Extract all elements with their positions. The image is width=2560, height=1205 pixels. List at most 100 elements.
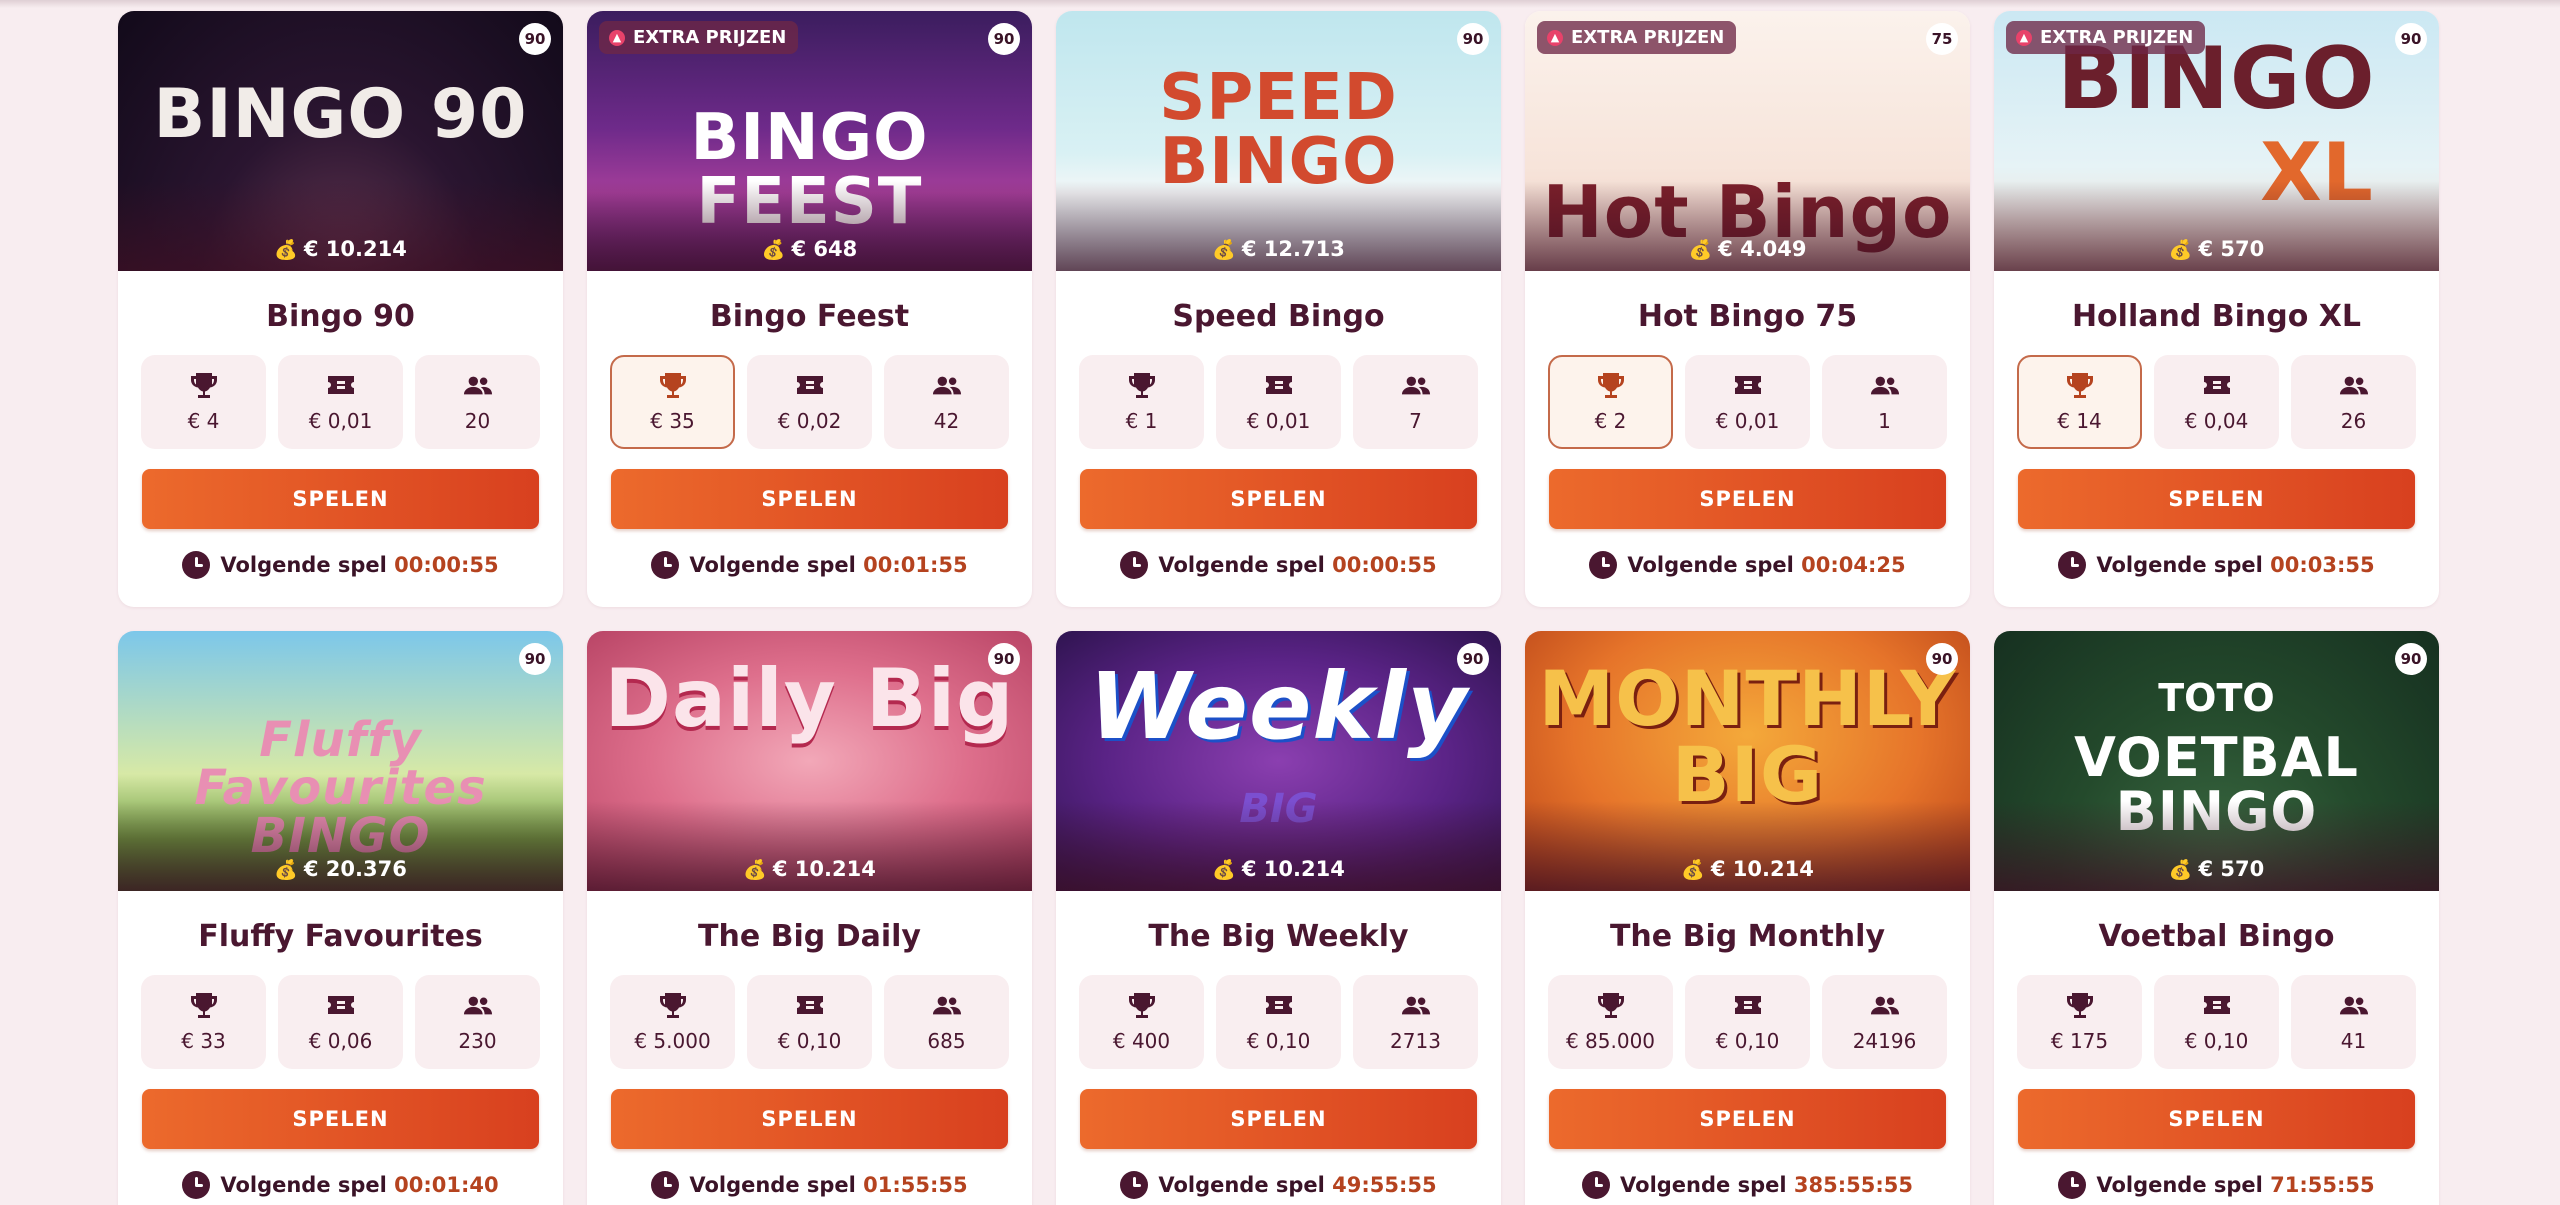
- players-stat: 26: [2291, 355, 2416, 449]
- next-game-time: 71:55:55: [2270, 1173, 2375, 1197]
- game-card[interactable]: SPEED BINGO 90 💰 € 12.713 Speed Bingo € 1…: [1056, 11, 1501, 607]
- ball-type-badge: 90: [1457, 23, 1489, 55]
- game-card[interactable]: Daily Big 90 💰 € 10.214 The Big Daily € 5…: [587, 631, 1032, 1205]
- game-title: Bingo Feest: [709, 299, 910, 334]
- play-button[interactable]: SPELEN: [2018, 469, 2415, 529]
- banner-title: BINGO 90: [153, 75, 528, 154]
- ticket-icon: [1264, 371, 1294, 399]
- next-game-countdown: Volgende spel 00:01:40: [118, 1171, 563, 1199]
- prize-stat: € 400: [1079, 975, 1204, 1069]
- players-stat: 24196: [1822, 975, 1947, 1069]
- next-game-label: Volgende spel: [220, 553, 387, 577]
- jackpot-value: € 570: [2198, 857, 2265, 881]
- money-bag-icon: 💰: [761, 239, 786, 261]
- game-stats: € 4 € 0,01 20: [118, 355, 563, 449]
- ball-type-badge: 90: [519, 23, 551, 55]
- game-card[interactable]: Hot Bingo ▲ EXTRA PRIJZEN 75 💰€ 4.049 Ho…: [1525, 11, 1970, 607]
- money-bag-icon: 💰: [2168, 239, 2193, 261]
- ticket-stat: € 0,04: [2154, 355, 2279, 449]
- money-bag-icon: 💰: [1212, 239, 1236, 261]
- play-button[interactable]: SPELEN: [611, 469, 1008, 529]
- game-banner[interactable]: Weekly BIG 90 💰€ 10.214: [1056, 631, 1501, 891]
- next-game-countdown: Volgende spel 01:55:55: [587, 1171, 1032, 1199]
- ticket-stat: € 0,01: [1216, 355, 1341, 449]
- game-card[interactable]: VOETBAL BINGO TOTO 90 💰€ 570 Voetbal Bin…: [1994, 631, 2439, 1205]
- players-icon: [1401, 371, 1431, 399]
- game-title: Voetbal Bingo: [2098, 919, 2335, 954]
- ticket-price: € 0,06: [308, 1029, 373, 1053]
- game-card[interactable]: BINGO FEEST ▲ EXTRA PRIJZEN 90 💰€ 648 Bi…: [587, 11, 1032, 607]
- ticket-icon: [795, 991, 825, 1019]
- banner-title: Daily Big: [604, 652, 1015, 745]
- players-stat: 20: [415, 355, 540, 449]
- prize-stat: € 14: [2017, 355, 2142, 449]
- game-banner[interactable]: Daily Big 90 💰 € 10.214: [587, 631, 1032, 891]
- players-count: 42: [933, 409, 960, 433]
- players-count: 26: [2340, 409, 2367, 433]
- players-count: 1: [1878, 409, 1891, 433]
- play-button[interactable]: SPELEN: [1080, 1089, 1477, 1149]
- players-icon: [463, 991, 493, 1019]
- game-card[interactable]: Fluffy Favourites BINGO 90 💰€ 20.376 Flu…: [118, 631, 563, 1205]
- prize-stat: € 175: [2017, 975, 2142, 1069]
- clock-icon: [1582, 1171, 1611, 1199]
- next-game-label: Volgende spel: [1158, 553, 1325, 577]
- next-game-countdown: Volgende spel 00:00:55: [1056, 551, 1501, 579]
- jackpot-value: € 570: [2198, 237, 2265, 261]
- game-stats: € 14 € 0,04 26: [1994, 355, 2439, 449]
- next-game-countdown: Volgende spel 00:00:55: [118, 551, 563, 579]
- game-card[interactable]: MONTHLY BIG 90 💰 € 10.214 The Big Monthly…: [1525, 631, 1970, 1205]
- players-icon: [2339, 371, 2369, 399]
- extra-prizes-label: EXTRA PRIJZEN: [2040, 27, 2194, 48]
- players-count: 20: [464, 409, 491, 433]
- next-game-time: 49:55:55: [1332, 1173, 1437, 1197]
- clock-icon: [651, 1171, 680, 1199]
- trophy-icon: [189, 991, 219, 1019]
- jackpot-amount: 💰 € 4.049: [1525, 237, 1970, 261]
- next-game-countdown: Volgende spel 00:04:25: [1525, 551, 1970, 579]
- ticket-price: € 0,10: [777, 1029, 842, 1053]
- jackpot-amount: 💰 € 10.214: [587, 857, 1032, 881]
- play-button[interactable]: SPELEN: [2018, 1089, 2415, 1149]
- game-banner[interactable]: VOETBAL BINGO TOTO 90 💰€ 570: [1994, 631, 2439, 891]
- jackpot-value: € 20.376: [303, 857, 407, 881]
- flame-icon: ▲: [2016, 29, 2032, 46]
- trophy-icon: [1127, 991, 1157, 1019]
- prize-stat: € 33: [141, 975, 266, 1069]
- play-button[interactable]: SPELEN: [142, 1089, 539, 1149]
- play-button[interactable]: SPELEN: [1549, 1089, 1946, 1149]
- next-game-countdown: Volgende spel 00:01:55: [587, 551, 1032, 579]
- banner-title: SPEED BINGO: [1159, 61, 1398, 199]
- game-banner[interactable]: BINGO 90 90 💰 € 10.214: [118, 11, 563, 271]
- prize-value: € 2: [1594, 409, 1627, 433]
- prize-stat: € 1: [1079, 355, 1204, 449]
- game-card[interactable]: BINGO 90 90 💰 € 10.214 Bingo 90 € 4 € 0,0…: [118, 11, 563, 607]
- game-card[interactable]: Weekly BIG 90 💰€ 10.214 The Big Weekly €…: [1056, 631, 1501, 1205]
- next-game-countdown: Volgende spel 385:55:55: [1525, 1171, 1970, 1199]
- ball-type-badge: 90: [519, 643, 551, 675]
- game-banner[interactable]: BINGO XL ▲ EXTRA PRIJZEN 90 💰 € 570: [1994, 11, 2439, 271]
- players-stat: 2713: [1353, 975, 1478, 1069]
- game-banner[interactable]: SPEED BINGO 90 💰 € 12.713: [1056, 11, 1501, 271]
- game-banner[interactable]: MONTHLY BIG 90 💰 € 10.214: [1525, 631, 1970, 891]
- players-icon: [2339, 991, 2369, 1019]
- jackpot-amount: 💰 € 10.214: [1525, 857, 1970, 881]
- next-game-time: 00:00:55: [1332, 553, 1437, 577]
- play-button[interactable]: SPELEN: [611, 1089, 1008, 1149]
- ticket-price: € 0,01: [1715, 409, 1780, 433]
- prize-value: € 33: [181, 1029, 226, 1053]
- game-banner[interactable]: Fluffy Favourites BINGO 90 💰€ 20.376: [118, 631, 563, 891]
- game-banner[interactable]: Hot Bingo ▲ EXTRA PRIJZEN 75 💰€ 4.049: [1525, 11, 1970, 271]
- jackpot-value: € 648: [791, 237, 858, 261]
- ticket-price: € 0,01: [308, 409, 373, 433]
- players-icon: [463, 371, 493, 399]
- game-card[interactable]: BINGO XL ▲ EXTRA PRIJZEN 90 💰 € 570 Holla…: [1994, 11, 2439, 607]
- play-button[interactable]: SPELEN: [1080, 469, 1477, 529]
- play-button[interactable]: SPELEN: [142, 469, 539, 529]
- play-button[interactable]: SPELEN: [1549, 469, 1946, 529]
- game-banner[interactable]: BINGO FEEST ▲ EXTRA PRIJZEN 90 💰€ 648: [587, 11, 1032, 271]
- game-stats: € 2 € 0,01 1: [1525, 355, 1970, 449]
- ticket-icon: [1733, 371, 1763, 399]
- money-bag-icon: 💰: [1688, 239, 1713, 261]
- next-game-time: 00:04:25: [1801, 553, 1906, 577]
